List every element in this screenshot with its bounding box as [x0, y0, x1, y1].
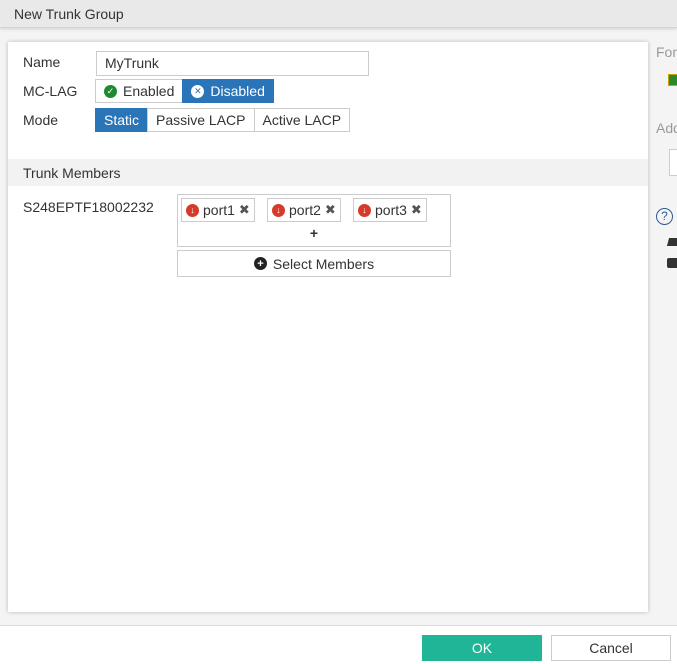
cancel-button[interactable]: Cancel — [551, 635, 671, 661]
mclag-toggle: ✓ Enabled ✕ Disabled — [95, 79, 274, 103]
ok-button[interactable]: OK — [422, 635, 542, 661]
remove-icon[interactable]: ✖ — [325, 202, 336, 218]
name-input[interactable]: MyTrunk — [96, 51, 369, 76]
dialog-title: New Trunk Group — [14, 6, 124, 22]
switch-name: S248EPTF18002232 — [23, 199, 154, 215]
dialog-footer: OK Cancel — [0, 625, 677, 664]
select-members-label: Select Members — [272, 255, 375, 272]
mode-passive-lacp-button[interactable]: Passive LACP — [147, 108, 255, 132]
mclag-enabled-button[interactable]: ✓ Enabled — [95, 79, 184, 103]
name-label: Name — [23, 54, 61, 70]
mode-toggle: Static Passive LACP Active LACP — [95, 108, 351, 132]
mode-static-button[interactable]: Static — [95, 108, 149, 132]
port-down-icon: ↓ — [358, 203, 371, 217]
plus-circle-icon: + — [253, 257, 267, 270]
mode-active-lacp-button[interactable]: Active LACP — [253, 108, 351, 132]
member-chip-port2: ↓ port2 ✖ — [267, 198, 341, 222]
dialog-titlebar: New Trunk Group — [0, 0, 677, 28]
members-list[interactable]: ↓ port1 ✖ ↓ port2 ✖ ↓ port3 ✖ + — [177, 194, 451, 247]
trunk-form-panel: Name MyTrunk MC-LAG ✓ Enabled ✕ Disabled M… — [8, 42, 648, 612]
trunk-members-heading: Trunk Members — [23, 165, 121, 181]
port-down-icon: ↓ — [272, 203, 285, 217]
check-icon: ✓ — [104, 84, 117, 98]
mode-label: Mode — [23, 112, 59, 128]
trunk-members-section: Trunk Members — [8, 159, 648, 186]
member-chip-port3: ↓ port3 ✖ — [353, 198, 427, 222]
side-input[interactable] — [669, 149, 677, 176]
device-icon — [667, 258, 677, 268]
enabled-label: Enabled — [123, 83, 175, 99]
port-down-icon: ↓ — [186, 203, 199, 217]
add-member-button[interactable]: + — [178, 225, 450, 241]
member-chip-port1: ↓ port1 ✖ — [181, 198, 255, 222]
disabled-label: Disabled — [210, 83, 265, 99]
device-icon — [666, 238, 677, 246]
mclag-disabled-button[interactable]: ✕ Disabled — [182, 79, 274, 103]
side-label-add: Add — [656, 120, 677, 136]
remove-icon[interactable]: ✖ — [411, 202, 422, 218]
side-label-for: For — [656, 44, 677, 60]
remove-icon[interactable]: ✖ — [239, 202, 250, 218]
x-circle-icon: ✕ — [191, 84, 205, 98]
port-label: port1 — [203, 202, 235, 218]
port-label: port3 — [375, 202, 407, 218]
help-icon[interactable]: ? — [656, 208, 673, 225]
port-label: port2 — [289, 202, 321, 218]
select-members-button[interactable]: + Select Members — [177, 250, 451, 277]
port-icon — [668, 74, 677, 86]
mclag-label: MC-LAG — [23, 83, 78, 99]
